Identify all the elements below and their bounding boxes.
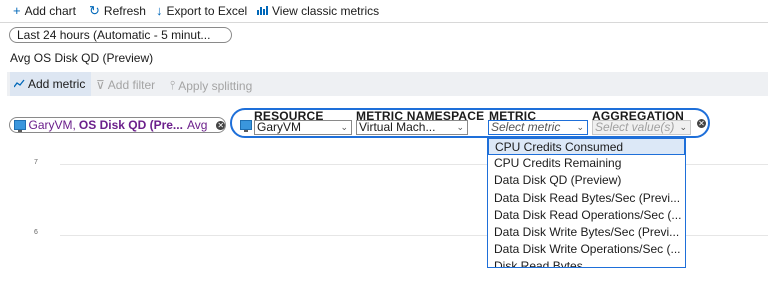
close-icon[interactable]: ✕ bbox=[697, 119, 706, 128]
metric-pill-aggregation: Avg bbox=[186, 118, 208, 132]
dropdown-option[interactable]: Data Disk Write Operations/Sec (... bbox=[488, 241, 685, 258]
toolbar-divider bbox=[0, 22, 768, 23]
dropdown-option[interactable]: Data Disk Read Bytes/Sec (Previ... bbox=[488, 190, 685, 207]
metric-pill-resource: GaryVM, bbox=[28, 118, 76, 132]
dropdown-option[interactable]: Data Disk Read Operations/Sec (... bbox=[488, 207, 685, 224]
metric-pill-metric: OS Disk QD (Pre... bbox=[78, 118, 183, 132]
dropdown-option[interactable]: Data Disk Write Bytes/Sec (Previ... bbox=[488, 224, 685, 241]
chevron-down-icon: ⌄ bbox=[340, 122, 348, 132]
bar-chart-icon bbox=[257, 5, 268, 17]
resource-select[interactable]: GaryVM ⌄ bbox=[254, 120, 352, 135]
resource-value: GaryVM bbox=[257, 120, 302, 134]
download-icon: ↓ bbox=[156, 3, 163, 18]
y-tick-label: 7 bbox=[34, 159, 38, 166]
toolbar: + Add chart ↻ Refresh ↓ Export to Excel … bbox=[0, 0, 768, 22]
metric-placeholder: Select metric bbox=[491, 120, 561, 134]
add-metric-icon bbox=[13, 77, 25, 91]
classic-metrics-label: View classic metrics bbox=[272, 4, 380, 18]
add-metric-button[interactable]: Add metric bbox=[10, 72, 92, 96]
add-chart-button[interactable]: + Add chart bbox=[13, 4, 76, 18]
metric-dropdown-list: CPU Credits Consumed CPU Credits Remaini… bbox=[487, 137, 686, 268]
splitting-icon: ⫯ bbox=[170, 78, 176, 92]
dropdown-option[interactable]: Data Disk QD (Preview) bbox=[488, 172, 685, 189]
apply-splitting-button[interactable]: ⫯ Apply splitting bbox=[170, 78, 252, 93]
close-icon[interactable]: ✕ bbox=[216, 120, 225, 130]
vm-icon bbox=[240, 120, 252, 132]
y-tick-label: 6 bbox=[34, 229, 38, 236]
aggregation-select[interactable]: Select value(s) ⌄ bbox=[592, 120, 691, 135]
metric-select[interactable]: Select metric ⌄ bbox=[488, 120, 588, 135]
add-chart-label: Add chart bbox=[24, 4, 76, 18]
add-filter-button[interactable]: ⊽ Add filter bbox=[96, 78, 155, 92]
chevron-down-icon: ⌄ bbox=[576, 122, 584, 132]
chevron-down-icon: ⌄ bbox=[456, 122, 464, 132]
dropdown-option[interactable]: Disk Read Bytes bbox=[488, 258, 685, 267]
chevron-down-icon: ⌄ bbox=[679, 122, 687, 132]
apply-splitting-label: Apply splitting bbox=[178, 78, 253, 93]
add-filter-label: Add filter bbox=[107, 78, 156, 92]
chart-title: Avg OS Disk QD (Preview) bbox=[10, 51, 154, 65]
refresh-label: Refresh bbox=[103, 4, 146, 18]
namespace-select[interactable]: Virtual Mach... ⌄ bbox=[356, 120, 468, 135]
dropdown-option[interactable]: CPU Credits Remaining bbox=[488, 155, 685, 172]
vm-icon bbox=[14, 120, 26, 132]
aggregation-placeholder: Select value(s) bbox=[595, 120, 675, 134]
filter-icon: ⊽ bbox=[96, 78, 105, 92]
export-label: Export to Excel bbox=[166, 4, 248, 18]
refresh-button[interactable]: ↻ Refresh bbox=[89, 4, 146, 18]
time-range-picker[interactable]: Last 24 hours (Automatic - 5 minut... bbox=[9, 27, 232, 43]
refresh-icon: ↻ bbox=[89, 3, 100, 18]
namespace-value: Virtual Mach... bbox=[359, 120, 436, 134]
dropdown-option[interactable]: CPU Credits Consumed bbox=[488, 138, 685, 156]
export-button[interactable]: ↓ Export to Excel bbox=[156, 4, 247, 18]
plus-icon: + bbox=[13, 3, 21, 18]
add-metric-label: Add metric bbox=[28, 77, 86, 91]
command-bar: Add metric ⊽ Add filter ⫯ Apply splittin… bbox=[7, 72, 768, 96]
classic-metrics-button[interactable]: View classic metrics bbox=[257, 4, 379, 18]
metric-pill[interactable]: GaryVM, OS Disk QD (Pre... Avg ✕ bbox=[9, 117, 226, 133]
